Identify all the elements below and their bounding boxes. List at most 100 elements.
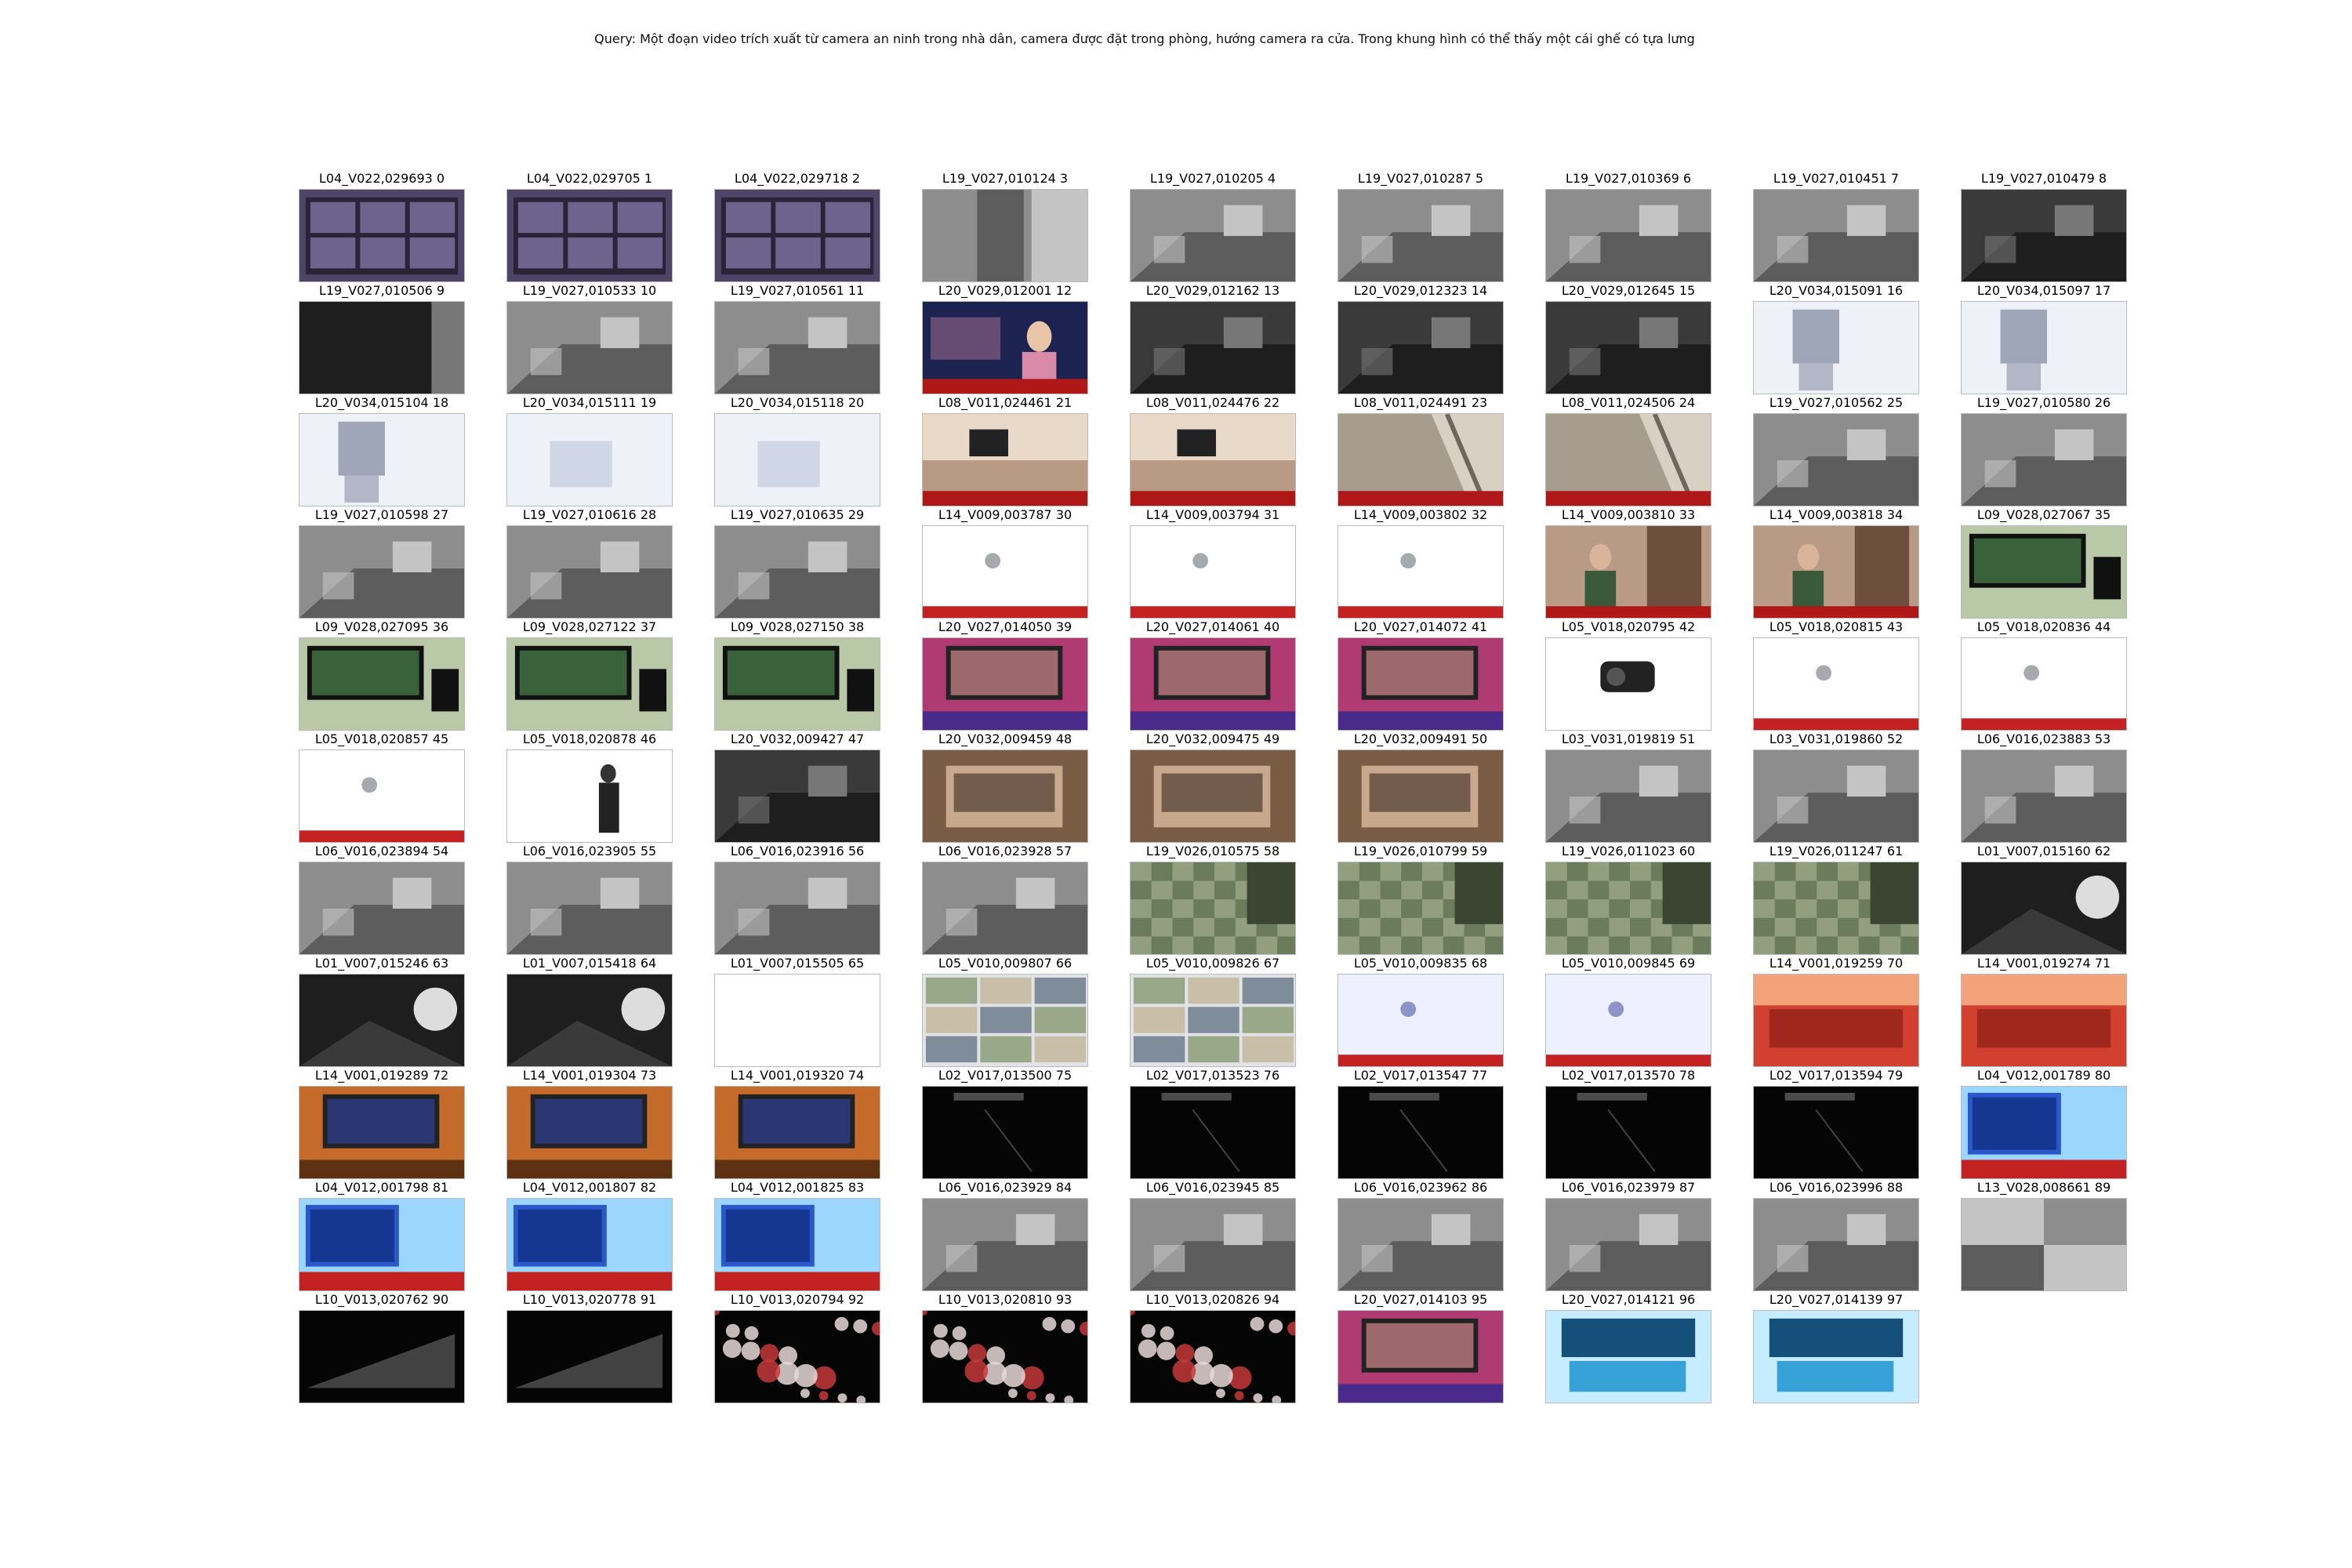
result-cell[interactable]: L06_V016,023945 85 [1130, 1180, 1296, 1292]
result-thumbnail[interactable] [506, 525, 673, 619]
result-cell[interactable]: L14_V001,019259 70 [1753, 956, 1919, 1068]
result-thumbnail[interactable] [714, 189, 880, 282]
result-cell[interactable]: L20_V029,012162 13 [1130, 283, 1296, 395]
result-thumbnail[interactable] [506, 301, 673, 394]
result-thumbnail[interactable] [1545, 525, 1711, 619]
result-thumbnail[interactable] [506, 1086, 673, 1179]
result-cell[interactable]: L05_V018,020815 43 [1753, 619, 1919, 731]
result-thumbnail[interactable] [1545, 750, 1711, 843]
result-cell[interactable]: L04_V012,001807 82 [506, 1180, 673, 1292]
result-thumbnail[interactable] [922, 301, 1088, 394]
result-cell[interactable]: L06_V016,023996 88 [1753, 1180, 1919, 1292]
result-cell[interactable]: L04_V022,029718 2 [714, 171, 880, 283]
result-thumbnail[interactable] [922, 637, 1088, 731]
result-cell[interactable]: L19_V027,010506 9 [299, 283, 465, 395]
result-thumbnail[interactable] [299, 189, 465, 282]
result-thumbnail[interactable] [922, 1198, 1088, 1291]
result-cell[interactable]: L14_V001,019320 74 [714, 1068, 880, 1180]
result-cell[interactable]: L20_V029,012001 12 [922, 283, 1088, 395]
result-thumbnail[interactable] [714, 974, 880, 1067]
result-cell[interactable]: L10_V013,020762 90 [299, 1292, 465, 1404]
result-thumbnail[interactable] [1753, 525, 1919, 619]
result-thumbnail[interactable] [1130, 974, 1296, 1067]
result-thumbnail[interactable] [1338, 301, 1504, 394]
result-thumbnail[interactable] [714, 862, 880, 955]
result-cell[interactable]: L06_V016,023894 54 [299, 844, 465, 956]
result-cell[interactable]: L19_V027,010616 28 [506, 507, 673, 619]
result-thumbnail[interactable] [1545, 301, 1711, 394]
result-thumbnail[interactable] [1545, 1310, 1711, 1403]
result-thumbnail[interactable] [1753, 1310, 1919, 1403]
result-cell[interactable]: L13_V028,008661 89 [1961, 1180, 2127, 1292]
result-thumbnail[interactable] [1130, 525, 1296, 619]
result-cell[interactable]: L04_V012,001825 83 [714, 1180, 880, 1292]
result-cell[interactable]: L14_V009,003818 34 [1753, 507, 1919, 619]
result-cell[interactable]: L14_V001,019304 73 [506, 1068, 673, 1180]
result-cell[interactable]: L20_V032,009427 47 [714, 731, 880, 844]
result-cell[interactable]: L05_V010,009826 67 [1130, 956, 1296, 1068]
result-thumbnail[interactable] [299, 862, 465, 955]
result-thumbnail[interactable] [1961, 1198, 2127, 1291]
result-cell[interactable]: L19_V027,010124 3 [922, 171, 1088, 283]
result-thumbnail[interactable] [1961, 413, 2127, 506]
result-thumbnail[interactable] [506, 750, 673, 843]
result-cell[interactable]: L20_V032,009459 48 [922, 731, 1088, 844]
result-cell[interactable]: L06_V016,023883 53 [1961, 731, 2127, 844]
result-thumbnail[interactable] [714, 413, 880, 506]
result-thumbnail[interactable] [1753, 413, 1919, 506]
result-cell[interactable]: L19_V027,010562 25 [1753, 395, 1919, 507]
result-cell[interactable]: L20_V032,009491 50 [1338, 731, 1504, 844]
result-cell[interactable]: L19_V027,010580 26 [1961, 395, 2127, 507]
result-cell[interactable]: L20_V027,014061 40 [1130, 619, 1296, 731]
result-thumbnail[interactable] [922, 525, 1088, 619]
result-cell[interactable]: L08_V011,024506 24 [1545, 395, 1711, 507]
result-cell[interactable]: L19_V026,010575 58 [1130, 844, 1296, 956]
result-thumbnail[interactable] [506, 637, 673, 731]
result-cell[interactable]: L19_V026,010799 59 [1338, 844, 1504, 956]
result-cell[interactable]: L05_V018,020857 45 [299, 731, 465, 844]
result-thumbnail[interactable] [1545, 189, 1711, 282]
result-thumbnail[interactable] [506, 1198, 673, 1291]
result-cell[interactable]: L20_V027,014103 95 [1338, 1292, 1504, 1404]
result-thumbnail[interactable] [1961, 189, 2127, 282]
result-thumbnail[interactable] [1753, 750, 1919, 843]
result-cell[interactable]: L06_V016,023916 56 [714, 844, 880, 956]
result-cell[interactable]: L02_V017,013570 78 [1545, 1068, 1711, 1180]
result-thumbnail[interactable] [922, 862, 1088, 955]
result-thumbnail[interactable] [922, 413, 1088, 506]
result-cell[interactable]: L01_V007,015246 63 [299, 956, 465, 1068]
result-cell[interactable]: L19_V027,010479 8 [1961, 171, 2127, 283]
result-thumbnail[interactable] [714, 637, 880, 731]
result-thumbnail[interactable] [299, 413, 465, 506]
result-thumbnail[interactable] [1545, 1198, 1711, 1291]
result-cell[interactable]: L04_V022,029705 1 [506, 171, 673, 283]
result-cell[interactable]: L02_V017,013594 79 [1753, 1068, 1919, 1180]
result-cell[interactable]: L03_V031,019860 52 [1753, 731, 1919, 844]
result-thumbnail[interactable] [506, 862, 673, 955]
result-cell[interactable]: L10_V013,020794 92 [714, 1292, 880, 1404]
result-cell[interactable]: L19_V027,010451 7 [1753, 171, 1919, 283]
result-thumbnail[interactable] [1961, 637, 2127, 731]
result-cell[interactable]: L10_V013,020826 94 [1130, 1292, 1296, 1404]
result-cell[interactable]: L19_V027,010287 5 [1338, 171, 1504, 283]
result-thumbnail[interactable] [1753, 1198, 1919, 1291]
result-thumbnail[interactable] [922, 750, 1088, 843]
result-cell[interactable]: L04_V012,001789 80 [1961, 1068, 2127, 1180]
result-cell[interactable]: L01_V007,015418 64 [506, 956, 673, 1068]
result-thumbnail[interactable] [299, 301, 465, 394]
result-cell[interactable]: L20_V029,012323 14 [1338, 283, 1504, 395]
result-cell[interactable]: L02_V017,013547 77 [1338, 1068, 1504, 1180]
result-cell[interactable]: L20_V034,015104 18 [299, 395, 465, 507]
result-cell[interactable]: L14_V009,003810 33 [1545, 507, 1711, 619]
result-thumbnail[interactable] [1545, 637, 1711, 731]
result-thumbnail[interactable] [922, 1086, 1088, 1179]
result-cell[interactable]: L20_V034,015118 20 [714, 395, 880, 507]
result-thumbnail[interactable] [1545, 1086, 1711, 1179]
result-cell[interactable]: L08_V011,024491 23 [1338, 395, 1504, 507]
result-thumbnail[interactable] [1338, 637, 1504, 731]
result-cell[interactable]: L09_V028,027150 38 [714, 619, 880, 731]
result-thumbnail[interactable] [1130, 862, 1296, 955]
result-thumbnail[interactable] [506, 1310, 673, 1403]
result-cell[interactable]: L20_V027,014072 41 [1338, 619, 1504, 731]
result-cell[interactable]: L19_V027,010369 6 [1545, 171, 1711, 283]
